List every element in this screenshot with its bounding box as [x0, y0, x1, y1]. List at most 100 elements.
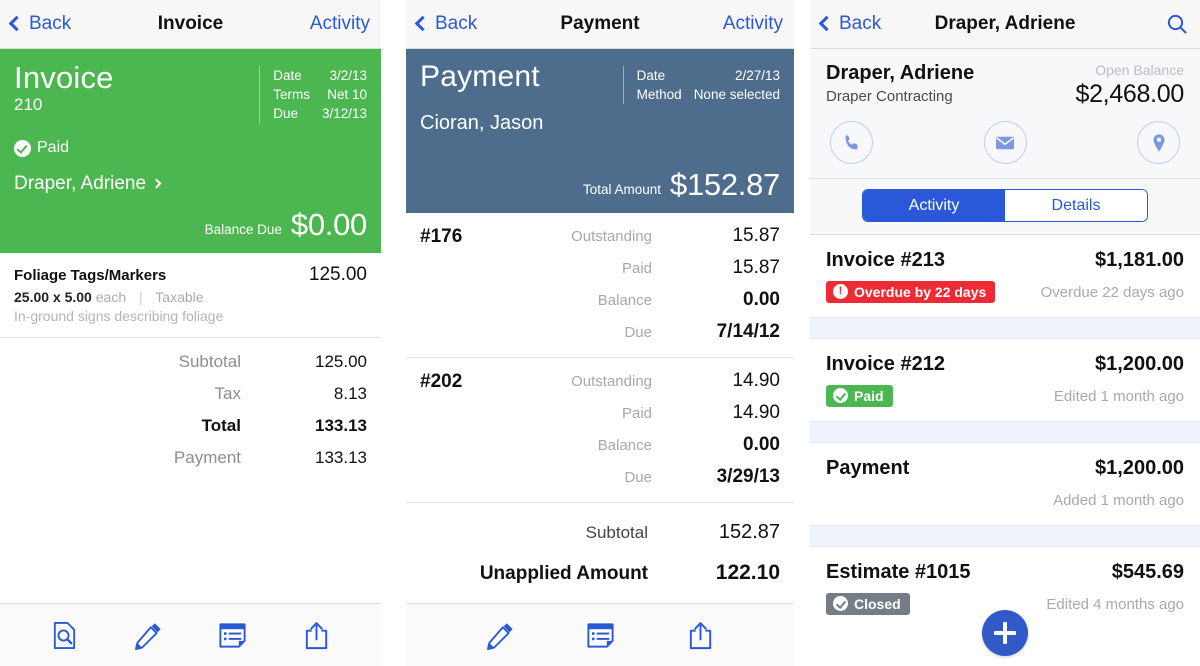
activity-title: Invoice #212 — [826, 353, 945, 375]
invoice-toolbar — [0, 603, 381, 666]
share-export-icon[interactable] — [301, 620, 332, 651]
notes-list-icon[interactable] — [217, 620, 248, 651]
applied-label-outstanding: Outstanding — [571, 373, 652, 390]
status-badge-label: Paid — [854, 387, 884, 404]
applied-line: Due 3/29/13 — [512, 466, 780, 488]
customer-name: Draper, Adriene — [826, 62, 975, 84]
search-button[interactable] — [1165, 12, 1189, 36]
total-label-subtotal: Subtotal — [178, 352, 241, 371]
email-envelope-icon — [996, 136, 1014, 149]
panel-gap-1 — [381, 0, 406, 666]
activity-timestamp: Edited 4 months ago — [1046, 595, 1184, 613]
activity-timestamp: Overdue 22 days ago — [1040, 283, 1184, 301]
payer-name: Cioran, Jason — [420, 112, 544, 135]
back-button[interactable]: Back — [818, 13, 881, 35]
payment-total-value-unapplied: 122.10 — [715, 561, 780, 584]
applied-invoice-row[interactable]: #176 Outstanding 15.87 Paid 15.87 Balanc… — [406, 213, 794, 358]
activity-timestamp: Added 1 month ago — [1053, 491, 1184, 509]
applied-line: Outstanding 15.87 — [512, 225, 780, 247]
payment-meta: Date 2/27/13 Method None selected — [622, 66, 780, 105]
customer-link[interactable]: Draper, Adriene — [14, 173, 367, 195]
applied-value-due: 3/29/13 — [716, 466, 780, 487]
list-separator — [810, 421, 1200, 443]
total-value-payment: 133.13 — [315, 448, 367, 467]
applied-label-due: Due — [624, 469, 652, 486]
call-button[interactable] — [830, 121, 873, 164]
payment-navbar: Back Payment Activity — [406, 0, 794, 49]
add-button[interactable] — [982, 610, 1028, 656]
balance-due-block: Balance Due $0.00 — [204, 207, 368, 243]
back-button[interactable]: Back — [8, 13, 71, 35]
list-separator — [810, 525, 1200, 547]
status-badge: Overdue by 22 days — [826, 281, 996, 303]
applied-line: Balance 0.00 — [512, 434, 780, 456]
tab-details[interactable]: Details — [1005, 190, 1147, 221]
map-button[interactable] — [1137, 121, 1180, 164]
pencil-edit-icon[interactable] — [133, 620, 164, 651]
balance-due-amount: $0.00 — [290, 207, 367, 242]
payer-link[interactable]: Cioran, Jason — [420, 112, 780, 135]
balance-due-label: Balance Due — [204, 222, 282, 237]
document-search-icon[interactable] — [49, 620, 80, 651]
status-label: Paid — [37, 139, 70, 157]
customer-screen: Back Draper, Adriene Draper, Adriene Dra… — [810, 0, 1200, 666]
customer-company: Draper Contracting — [826, 88, 953, 105]
applied-invoice-row[interactable]: #202 Outstanding 14.90 Paid 14.90 Balanc… — [406, 358, 794, 503]
applied-line: Paid 14.90 — [512, 402, 780, 424]
line-item-divider: | — [139, 289, 143, 305]
invoice-navbar: Back Invoice Activity — [0, 0, 381, 49]
total-value-subtotal: 125.00 — [315, 352, 367, 371]
applied-value-paid: 14.90 — [732, 402, 780, 423]
applied-value-balance: 0.00 — [743, 289, 780, 310]
total-amount-block: Total Amount $152.87 — [583, 167, 780, 203]
open-balance-label: Open Balance — [1095, 62, 1184, 78]
alert-circle-icon — [833, 284, 848, 299]
check-circle-icon — [833, 596, 848, 611]
total-row-payment: Payment 133.13 — [14, 449, 367, 466]
payment-body: #176 Outstanding 15.87 Paid 15.87 Balanc… — [406, 213, 794, 605]
activity-button[interactable]: Activity — [310, 13, 370, 35]
line-item-each: each — [95, 289, 127, 305]
activity-title: Payment — [826, 457, 910, 479]
check-circle-icon — [14, 139, 31, 157]
applied-value-paid: 15.87 — [732, 257, 780, 278]
meta-key-method: Method — [636, 87, 682, 103]
back-button[interactable]: Back — [414, 13, 477, 35]
payment-total-value-subtotal: 152.87 — [718, 521, 780, 543]
pencil-edit-icon[interactable] — [485, 620, 516, 651]
tab-activity[interactable]: Activity — [863, 190, 1005, 221]
chevron-left-icon — [8, 15, 25, 32]
applied-value-balance: 0.00 — [743, 434, 780, 455]
total-value-total: 133.13 — [315, 416, 367, 435]
panel-gap-2 — [794, 0, 810, 666]
total-value-tax: 8.13 — [333, 384, 367, 403]
applied-line: Balance 0.00 — [512, 289, 780, 311]
line-item-qty-rate: 25.00 x 5.00 — [14, 289, 92, 305]
applied-label-due: Due — [624, 324, 652, 341]
email-button[interactable] — [983, 121, 1027, 164]
total-amount-label: Total Amount — [582, 182, 662, 197]
customer-quick-actions — [826, 109, 1184, 168]
payment-total-row-subtotal: Subtotal 152.87 — [420, 521, 780, 544]
applied-label-outstanding: Outstanding — [571, 228, 652, 245]
status-badge: Closed — [826, 593, 910, 615]
total-label-tax: Tax — [214, 384, 241, 403]
meta-value-due: 3/12/13 — [321, 106, 367, 122]
meta-value-date: 3/2/13 — [329, 68, 367, 83]
list-item[interactable]: Invoice #213 $1,181.00 Overdue by 22 day… — [810, 235, 1200, 317]
list-item[interactable]: Payment $1,200.00 Added 1 month ago — [810, 443, 1200, 525]
activity-timestamp: Edited 1 month ago — [1053, 387, 1184, 405]
invoice-number: 210 — [14, 94, 43, 114]
line-item-amount: 125.00 — [308, 264, 367, 285]
total-label-payment: Payment — [173, 448, 241, 467]
applied-invoice-id: #202 — [420, 371, 463, 392]
share-export-icon[interactable] — [685, 620, 716, 651]
activity-amount: $1,200.00 — [1095, 457, 1184, 479]
activity-button[interactable]: Activity — [723, 13, 783, 35]
notes-list-icon[interactable] — [585, 620, 616, 651]
line-item-row[interactable]: Foliage Tags/Markers 125.00 25.00 x 5.00… — [0, 253, 381, 338]
applied-label-balance: Balance — [597, 292, 652, 309]
applied-label-paid: Paid — [621, 260, 652, 277]
list-item[interactable]: Invoice #212 $1,200.00 Paid Edited 1 mon… — [810, 339, 1200, 421]
search-icon — [1165, 12, 1189, 36]
